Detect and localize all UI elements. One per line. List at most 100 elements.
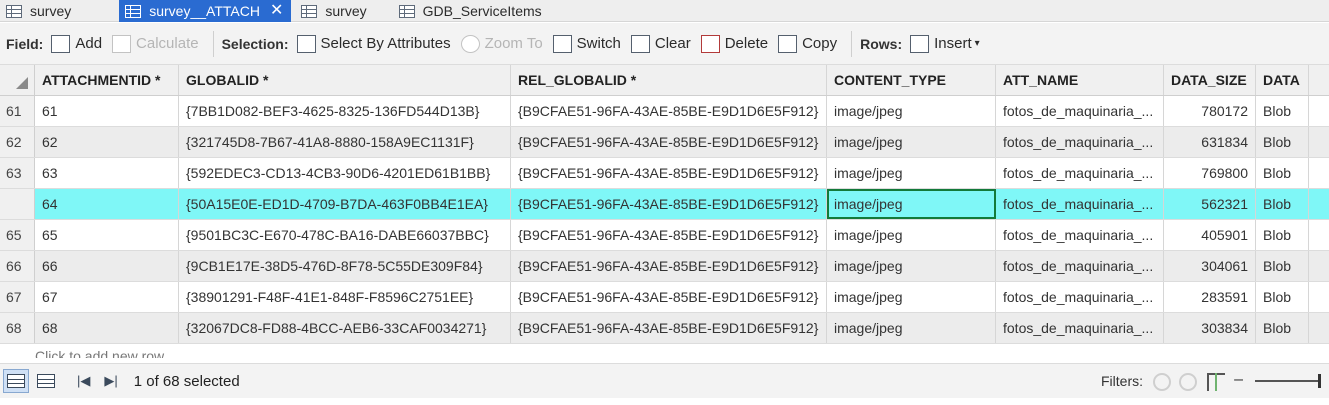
add-field-button[interactable]: Add [51,34,102,53]
cell-att-name[interactable]: fotos_de_maquinaria_... [996,189,1164,219]
copy-button[interactable]: Copy [778,34,837,53]
row-number[interactable]: 62 [0,127,35,157]
cell-attachmentid[interactable]: 63 [35,158,179,188]
cell-att-name[interactable]: fotos_de_maquinaria_... [996,158,1164,188]
cell-data-size[interactable]: 283591 [1164,282,1256,312]
cell-content-type[interactable]: image/jpeg [827,220,996,250]
cell-attachmentid[interactable]: 65 [35,220,179,250]
table-row[interactable]: 61 61 {7BB1D082-BEF3-4625-8325-136FD544D… [0,96,1329,127]
row-number[interactable] [0,189,35,219]
add-new-row[interactable]: Click to add new row. [0,344,1329,358]
cell-attachmentid[interactable]: 64 [35,189,179,219]
cell-attachmentid[interactable]: 62 [35,127,179,157]
cell-rel-globalid[interactable]: {B9CFAE51-96FA-43AE-85BE-E9D1D6E5F912} [511,189,827,219]
tab-gdb-serviceitems[interactable]: GDB_ServiceItems [393,0,550,22]
cell-rel-globalid[interactable]: {B9CFAE51-96FA-43AE-85BE-E9D1D6E5F912} [511,96,827,126]
table-row[interactable]: 63 63 {592EDEC3-CD13-4CB3-90D6-4201ED61B… [0,158,1329,189]
cell-att-name[interactable]: fotos_de_maquinaria_... [996,127,1164,157]
row-number[interactable]: 65 [0,220,35,250]
cell-rel-globalid[interactable]: {B9CFAE51-96FA-43AE-85BE-E9D1D6E5F912} [511,127,827,157]
row-number[interactable]: 68 [0,313,35,343]
range-filter-icon[interactable] [1179,373,1197,391]
table-row-selected[interactable]: 64 {50A15E0E-ED1D-4709-B7DA-463F0BB4E1EA… [0,189,1329,220]
cell-data[interactable]: Blob [1256,158,1309,188]
cell-data[interactable]: Blob [1256,96,1309,126]
cell-attachmentid[interactable]: 67 [35,282,179,312]
row-number[interactable]: 63 [0,158,35,188]
cell-data-size[interactable]: 304061 [1164,251,1256,281]
switch-selection-button[interactable]: Switch [552,34,621,53]
cell-globalid[interactable]: {9CB1E17E-38D5-476D-8F78-5C55DE309F84} [179,251,511,281]
cell-globalid[interactable]: {592EDEC3-CD13-4CB3-90D6-4201ED61B1BB} [179,158,511,188]
column-header-attachmentid[interactable]: ATTACHMENTID * [35,65,179,95]
row-number[interactable]: 61 [0,96,35,126]
select-by-attributes-button[interactable]: Select By Attributes [296,34,451,53]
show-selected-records-button[interactable] [35,372,57,390]
cell-content-type[interactable]: image/jpeg [827,96,996,126]
cell-att-name[interactable]: fotos_de_maquinaria_... [996,96,1164,126]
cell-data[interactable]: Blob [1256,220,1309,250]
cell-globalid[interactable]: {38901291-F48F-41E1-848F-F8596C2751EE} [179,282,511,312]
zoom-out-icon[interactable]: – [1234,371,1243,389]
delete-button[interactable]: Delete [700,34,768,53]
cell-attachmentid[interactable]: 61 [35,96,179,126]
zoom-slider-track[interactable] [1255,380,1319,382]
clear-selection-button[interactable]: Clear [630,34,691,53]
zoom-slider-thumb[interactable] [1318,374,1321,388]
cell-att-name[interactable]: fotos_de_maquinaria_... [996,313,1164,343]
column-header-globalid[interactable]: GLOBALID * [179,65,511,95]
table-row[interactable]: 65 65 {9501BC3C-E670-478C-BA16-DABE66037… [0,220,1329,251]
cell-globalid[interactable]: {50A15E0E-ED1D-4709-B7DA-463F0BB4E1EA} [179,189,511,219]
cell-att-name[interactable]: fotos_de_maquinaria_... [996,220,1164,250]
cell-rel-globalid[interactable]: {B9CFAE51-96FA-43AE-85BE-E9D1D6E5F912} [511,251,827,281]
column-header-rel-globalid[interactable]: REL_GLOBALID * [511,65,827,95]
row-number[interactable]: 67 [0,282,35,312]
cell-attachmentid[interactable]: 66 [35,251,179,281]
cell-data-size[interactable]: 769800 [1164,158,1256,188]
cell-data-size[interactable]: 631834 [1164,127,1256,157]
calculate-button[interactable]: Calculate [112,34,199,53]
cell-globalid[interactable]: {321745D8-7B67-41A8-8880-158A9EC1131F} [179,127,511,157]
column-header-content-type[interactable]: CONTENT_TYPE [827,65,996,95]
cell-att-name[interactable]: fotos_de_maquinaria_... [996,282,1164,312]
last-record-icon[interactable]: ▶| [104,373,117,389]
column-header-att-name[interactable]: ATT_NAME [996,65,1164,95]
tab-survey-2[interactable]: survey [295,0,374,22]
cell-rel-globalid[interactable]: {B9CFAE51-96FA-43AE-85BE-E9D1D6E5F912} [511,220,827,250]
cell-content-type[interactable]: image/jpeg [827,282,996,312]
cell-data-size[interactable]: 562321 [1164,189,1256,219]
row-number[interactable]: 66 [0,251,35,281]
table-row[interactable]: 62 62 {321745D8-7B67-41A8-8880-158A9EC11… [0,127,1329,158]
cell-data[interactable]: Blob [1256,127,1309,157]
cell-content-type[interactable]: image/jpeg [827,251,996,281]
tab-survey-1[interactable]: survey [0,0,79,22]
cell-content-type[interactable]: image/jpeg [827,313,996,343]
table-row[interactable]: 67 67 {38901291-F48F-41E1-848F-F8596C275… [0,282,1329,313]
zoom-to-button[interactable]: Zoom To [460,34,543,53]
cell-globalid[interactable]: {7BB1D082-BEF3-4625-8325-136FD544D13B} [179,96,511,126]
tab-survey-attach[interactable]: survey__ATTACH ✕ [119,0,292,22]
column-header-data[interactable]: DATA [1256,65,1309,95]
cell-data-size[interactable]: 780172 [1164,96,1256,126]
cell-att-name[interactable]: fotos_de_maquinaria_... [996,251,1164,281]
time-filter-icon[interactable] [1153,373,1171,391]
close-icon[interactable]: ✕ [270,3,283,19]
table-row[interactable]: 66 66 {9CB1E17E-38D5-476D-8F78-5C55DE309… [0,251,1329,282]
cell-data[interactable]: Blob [1256,313,1309,343]
cell-globalid[interactable]: {9501BC3C-E670-478C-BA16-DABE66037BBC} [179,220,511,250]
cell-globalid[interactable]: {32067DC8-FD88-4BCC-AEB6-33CAF0034271} [179,313,511,343]
cell-data[interactable]: Blob [1256,282,1309,312]
show-all-records-button[interactable] [3,369,29,393]
cell-rel-globalid[interactable]: {B9CFAE51-96FA-43AE-85BE-E9D1D6E5F912} [511,158,827,188]
cell-data-size[interactable]: 405901 [1164,220,1256,250]
cell-data[interactable]: Blob [1256,251,1309,281]
cell-data[interactable]: Blob [1256,189,1309,219]
cell-rel-globalid[interactable]: {B9CFAE51-96FA-43AE-85BE-E9D1D6E5F912} [511,313,827,343]
cell-content-type[interactable]: image/jpeg [827,158,996,188]
cell-content-type-focused[interactable]: image/jpeg [827,189,996,219]
sort-arrows-icon[interactable] [1215,373,1221,391]
table-row[interactable]: 68 68 {32067DC8-FD88-4BCC-AEB6-33CAF0034… [0,313,1329,344]
cell-rel-globalid[interactable]: {B9CFAE51-96FA-43AE-85BE-E9D1D6E5F912} [511,282,827,312]
column-header-data-size[interactable]: DATA_SIZE [1164,65,1256,95]
cell-data-size[interactable]: 303834 [1164,313,1256,343]
